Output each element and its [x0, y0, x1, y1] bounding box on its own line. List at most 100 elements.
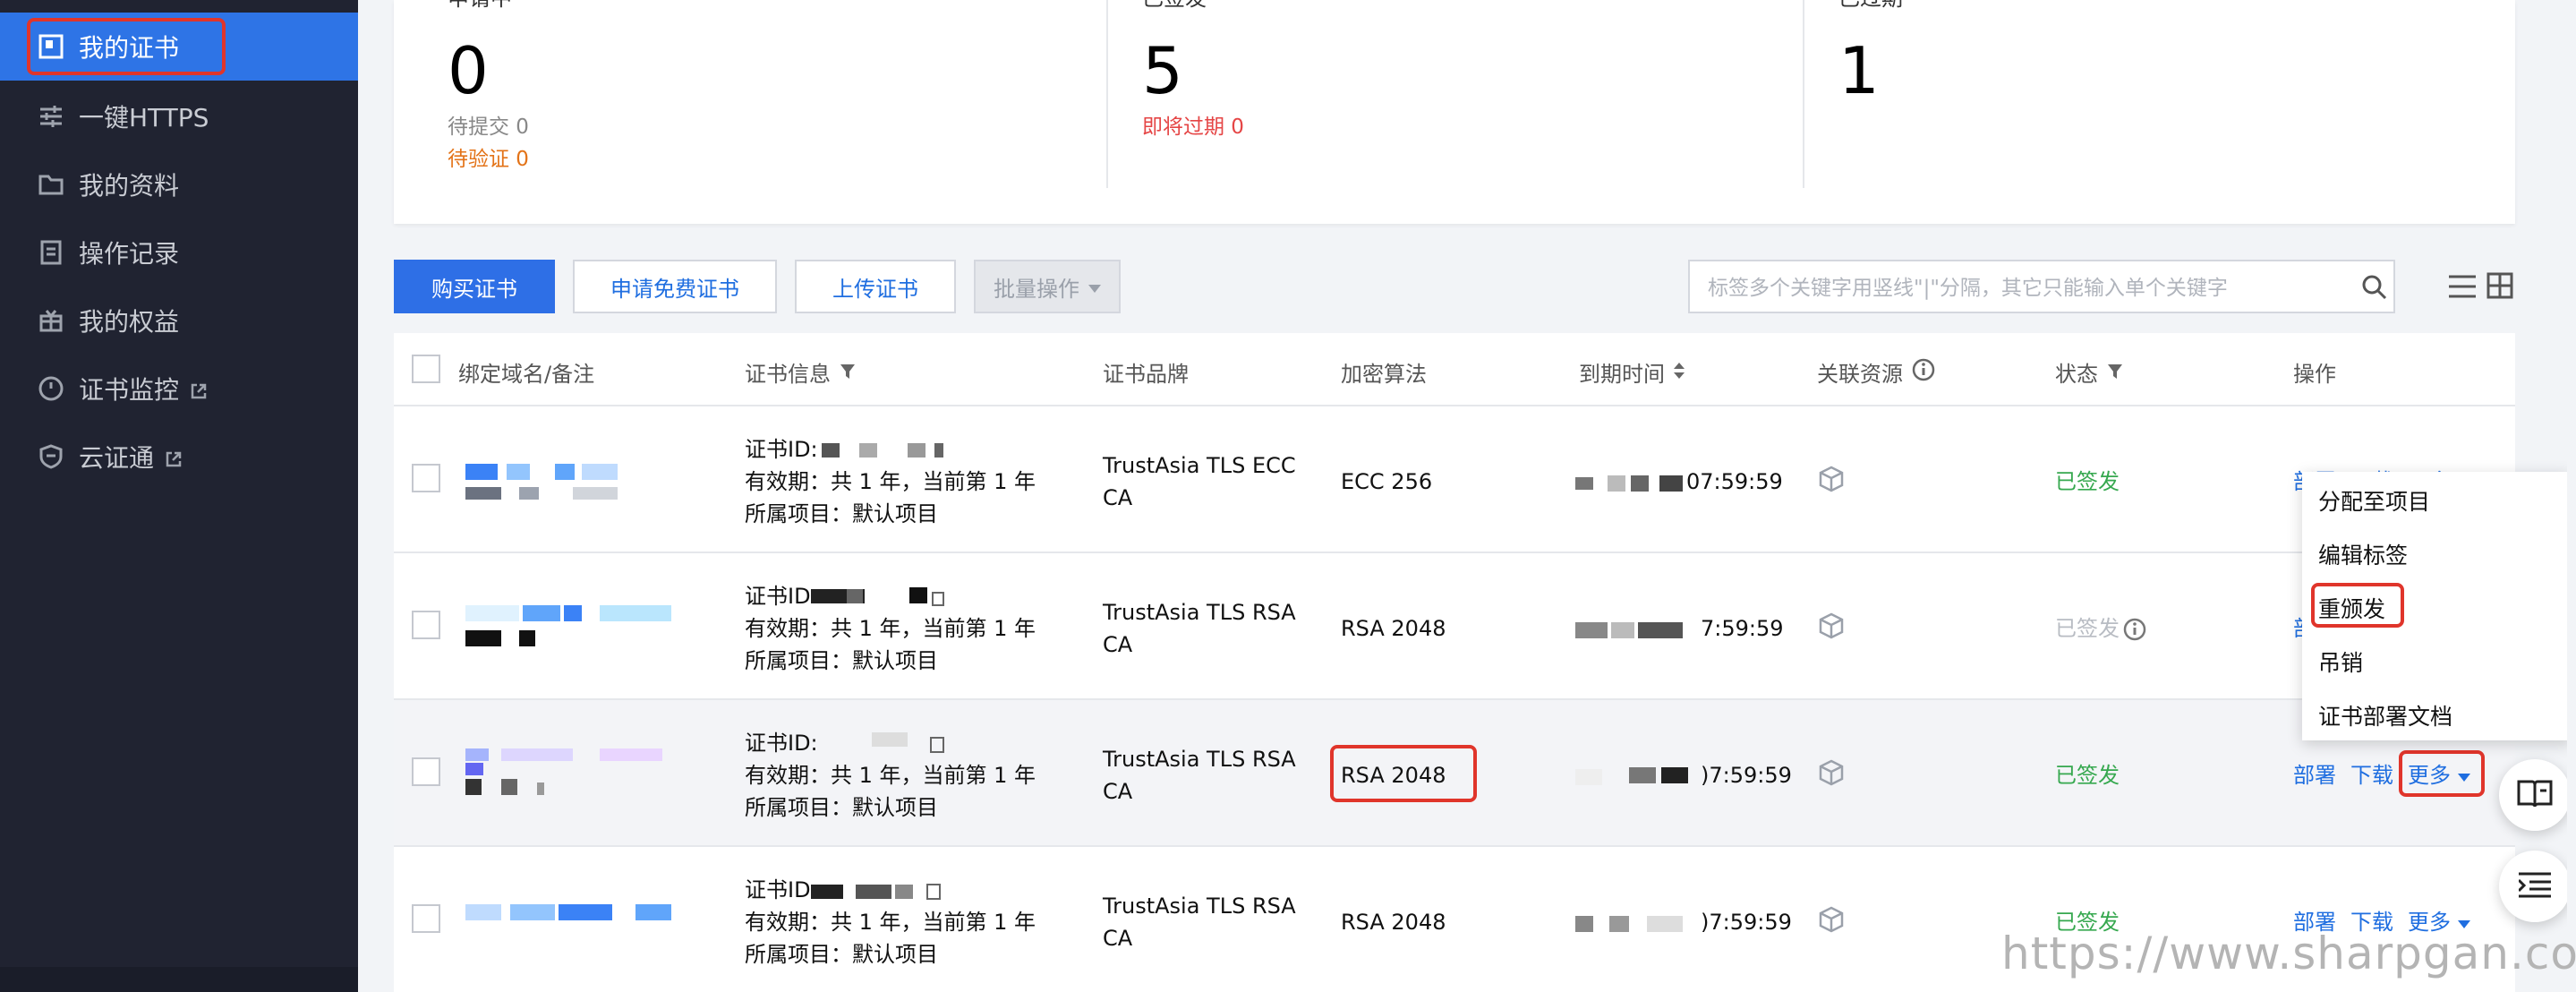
stat-pending-submit[interactable]: 待提交 0: [448, 109, 529, 140]
filter-icon[interactable]: [840, 360, 856, 385]
header-domain: 绑定域名/备注: [458, 362, 595, 387]
cert-brand-line1: TrustAsia TLS RSA: [1103, 600, 1296, 625]
redacted-domain: [465, 603, 680, 648]
divider: [1106, 0, 1108, 188]
shield-icon: [36, 441, 66, 472]
cube-icon[interactable]: [1819, 906, 1844, 936]
sidebar-item-my-benefits[interactable]: 我的权益: [0, 286, 358, 355]
stat-title: 已签发: [1142, 0, 1207, 12]
redacted-date: [1575, 916, 1683, 932]
sidebar-item-one-click-https[interactable]: 一键HTTPS: [0, 82, 358, 150]
header-actions: 操作: [2293, 362, 2336, 387]
cert-expiry: 07:59:59: [1575, 466, 1783, 498]
folder-icon: [36, 169, 66, 200]
grid-view-icon[interactable]: [2486, 272, 2513, 303]
stat-expiring-soon[interactable]: 即将过期 0: [1142, 109, 1244, 140]
stat-count: 0: [448, 33, 489, 108]
list-view-icon[interactable]: [2449, 274, 2476, 303]
menu-item-revoke[interactable]: 吊销: [2318, 646, 2363, 678]
sidebar-item-label: 操作记录: [79, 239, 180, 269]
scrollbar[interactable]: [2567, 0, 2576, 992]
table-row: 证书ID: 有效期：共 1 年，当前第 1 年 所属项目：默认项目 TrustA…: [394, 698, 2515, 845]
redacted-id: [810, 587, 944, 606]
cert-expiry: )7:59:59: [1575, 759, 1792, 791]
row-checkbox[interactable]: [412, 464, 440, 492]
sidebar-item-label: 云证通: [79, 439, 183, 475]
external-link-icon: [190, 377, 208, 406]
certificate-table: 绑定域名/备注 证书信息 证书品牌 加密算法 到期时间 关联资源 状态 操作 证…: [394, 333, 2515, 992]
batch-operation-dropdown[interactable]: 批量操作: [974, 260, 1121, 313]
sidebar-item-operation-log[interactable]: 操作记录: [0, 218, 358, 286]
cube-icon[interactable]: [1819, 612, 1844, 643]
header-algorithm: 加密算法: [1341, 362, 1427, 387]
external-link-icon: [165, 445, 183, 475]
header-brand: 证书品牌: [1103, 362, 1189, 387]
outline-float-button[interactable]: [2499, 851, 2571, 922]
header-status: 状态: [2055, 356, 2123, 388]
menu-item-edit-tags[interactable]: 编辑标签: [2318, 538, 2408, 570]
sliders-icon: [36, 101, 66, 132]
menu-item-deploy-docs[interactable]: 证书部署文档: [2318, 699, 2452, 731]
sort-icon[interactable]: [1674, 360, 1685, 385]
info-icon[interactable]: [1912, 358, 1935, 387]
info-icon[interactable]: [2123, 616, 2146, 641]
row-checkbox[interactable]: [412, 904, 440, 933]
docs-float-button[interactable]: [2499, 759, 2571, 831]
cube-icon[interactable]: [1819, 759, 1844, 790]
status-badge: 已签发: [2055, 612, 2146, 645]
batch-operation-label: 批量操作: [994, 276, 1079, 302]
search-input[interactable]: [1706, 270, 2318, 306]
stat-title: 申请中: [448, 0, 512, 12]
apply-free-certificate-button[interactable]: 申请免费证书: [573, 260, 777, 313]
redacted-id: [821, 443, 943, 458]
cert-validity: 有效期：共 1 年，当前第 1 年: [745, 763, 1036, 788]
cert-id: 证书ID: [745, 874, 945, 906]
cert-brand-line1: TrustAsia TLS RSA: [1103, 894, 1296, 919]
deploy-link[interactable]: 部署: [2293, 759, 2336, 791]
header-expiry: 到期时间: [1579, 356, 1685, 388]
redacted-date: [1575, 622, 1683, 638]
stat-count: 5: [1142, 33, 1183, 108]
stat-pending-verify[interactable]: 待验证 0: [448, 141, 529, 172]
menu-item-assign-project[interactable]: 分配至项目: [2318, 484, 2430, 517]
sidebar-item-certificate-monitor[interactable]: 证书监控: [0, 355, 358, 423]
table-row: 证书ID 有效期：共 1 年，当前第 1 年 所属项目：默认项目 TrustAs…: [394, 552, 2515, 698]
redacted-date: [1575, 767, 1688, 785]
stat-count: 1: [1838, 33, 1880, 108]
search-icon[interactable]: [2361, 274, 2388, 304]
sidebar-item-label: 我的资料: [79, 171, 180, 201]
cert-id: 证书ID:: [745, 727, 952, 759]
sidebar-item-my-materials[interactable]: 我的资料: [0, 150, 358, 218]
more-dropdown-menu: 分配至项目 编辑标签 重颁发 吊销 证书部署文档: [2302, 472, 2571, 740]
stat-title: 已过期: [1838, 0, 1903, 12]
sidebar-item-label: 证书监控: [79, 371, 208, 406]
row-checkbox[interactable]: [412, 757, 440, 786]
buy-certificate-button[interactable]: 购买证书: [394, 260, 555, 313]
cert-brand-line2: CA: [1103, 926, 1133, 951]
sidebar-item-label: 一键HTTPS: [79, 103, 209, 133]
row-checkbox[interactable]: [412, 611, 440, 639]
watermark: https://www.sharpgan.com: [2001, 928, 2576, 979]
filter-icon[interactable]: [2107, 360, 2123, 385]
highlight-frame: [2311, 583, 2404, 628]
stats-panel: 申请中 0 待提交 0 待验证 0 已签发 5 即将过期 0 已过期 1: [394, 0, 2515, 224]
cert-validity: 有效期：共 1 年，当前第 1 年: [745, 910, 1036, 935]
sidebar-item-cloud-cert[interactable]: 云证通: [0, 423, 358, 491]
table-row: 证书ID: 有效期：共 1 年，当前第 1 年 所属项目：默认项目 TrustA…: [394, 405, 2515, 552]
log-icon: [36, 237, 66, 268]
cert-algorithm: RSA 2048: [1341, 616, 1446, 641]
highlight-frame: [27, 18, 226, 75]
sidebar-item-label: 我的权益: [79, 307, 180, 337]
upload-certificate-button[interactable]: 上传证书: [795, 260, 956, 313]
sidebar-footer: [0, 967, 358, 992]
sidebar: 我的证书 一键HTTPS 我的资料 操作记录 我的权益 证书监控 云证通: [0, 0, 358, 992]
cube-icon[interactable]: [1819, 466, 1844, 496]
cert-brand-line2: CA: [1103, 632, 1133, 657]
select-all-checkbox[interactable]: [412, 355, 440, 383]
book-icon: [2517, 778, 2553, 812]
caret-down-icon: [1088, 274, 1101, 299]
redacted-date: [1575, 475, 1683, 492]
redacted-domain: [465, 745, 680, 799]
download-link[interactable]: 下载: [2350, 759, 2393, 791]
cert-algorithm: RSA 2048: [1341, 910, 1446, 935]
